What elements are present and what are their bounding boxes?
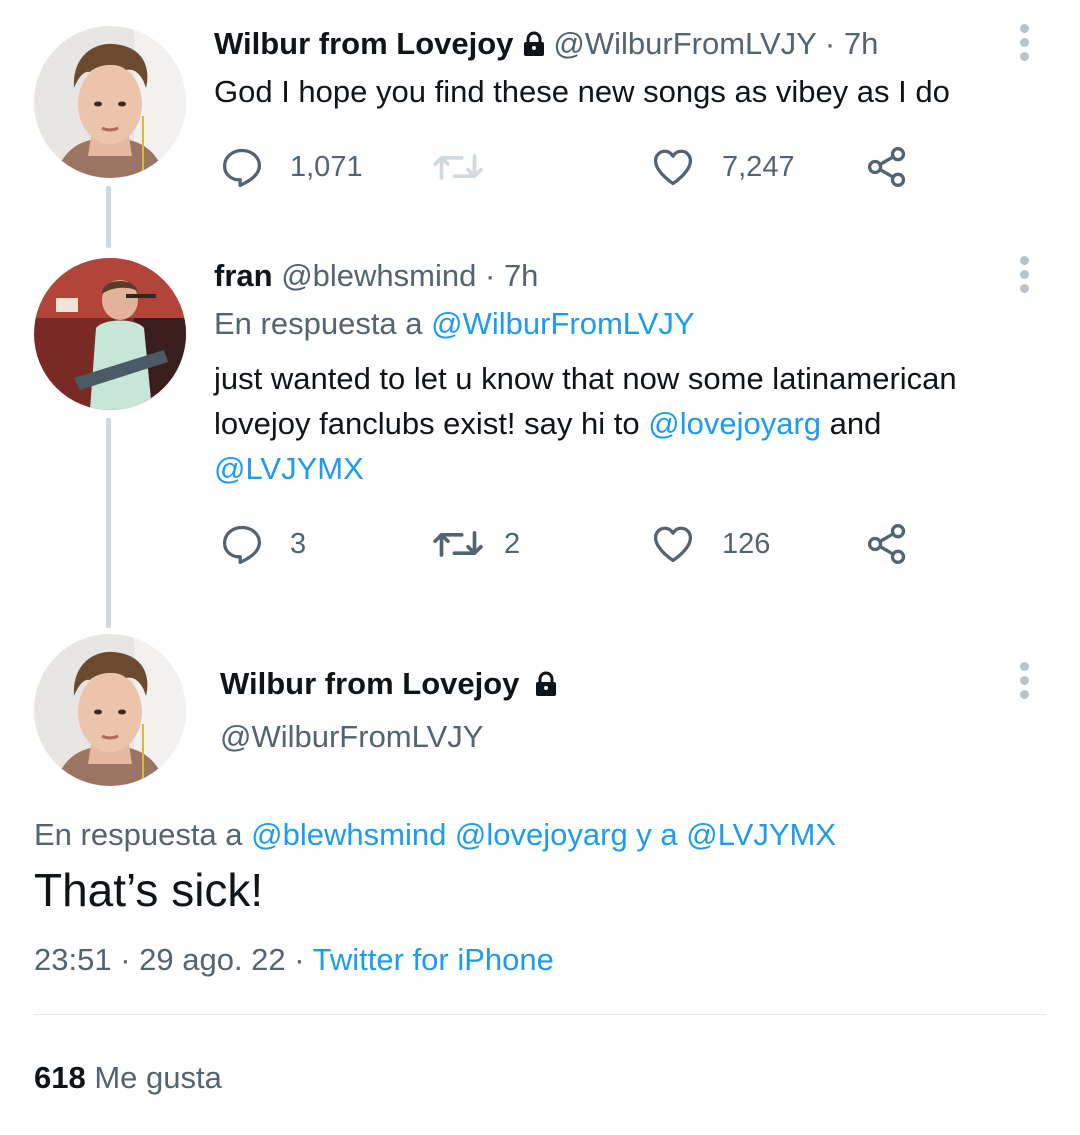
thread-line [106, 418, 111, 628]
separator-dot: · [111, 942, 140, 977]
tweet-text: God I hope you find these new songs as v… [214, 74, 950, 109]
share-icon [867, 524, 906, 564]
reply-count: 3 [290, 527, 307, 560]
avatar-fran[interactable] [34, 258, 186, 410]
lock-icon [521, 27, 547, 67]
share-button[interactable] [864, 522, 910, 566]
separator-dot: · [476, 258, 504, 293]
lock-icon [533, 667, 559, 707]
tweet-date: 29 ago. 22 [139, 942, 286, 977]
reply-prefix: En respuesta a [214, 306, 423, 341]
mention-link[interactable]: @LVJYMX [214, 451, 364, 486]
more-icon[interactable] [1018, 24, 1030, 66]
timestamp[interactable]: 7h [844, 26, 878, 61]
share-button[interactable] [864, 145, 910, 189]
like-button[interactable]: 7,247 [650, 145, 795, 189]
separator-dot: · [285, 942, 313, 977]
separator-dot: · [816, 26, 844, 61]
reply-count: 1,071 [290, 150, 363, 183]
mention-link[interactable]: @lovejoyarg [648, 406, 821, 441]
reply-context: En respuesta a @WilburFromLVJY [214, 304, 695, 344]
display-name[interactable]: Wilbur from Lovejoy [220, 666, 519, 701]
reply-button[interactable]: 3 [220, 522, 306, 566]
like-icon [653, 149, 693, 186]
tweet-header: fran @blewhsmind · 7h [214, 256, 538, 296]
likes-label: Me gusta [94, 1060, 222, 1095]
likes-summary[interactable]: 618 Me gusta [34, 1058, 222, 1098]
timestamp[interactable]: 7h [504, 258, 538, 293]
thread-line [106, 186, 111, 248]
handle[interactable]: @WilburFromLVJY [553, 26, 816, 61]
retweet-count: 2 [504, 527, 521, 560]
author-name-row: Wilbur from Lovejoy [220, 664, 565, 707]
retweet-button[interactable] [430, 145, 486, 189]
reply-button[interactable]: 1,071 [220, 145, 363, 189]
likes-count: 618 [34, 1060, 86, 1095]
tweet-time: 23:51 [34, 942, 112, 977]
retweet-icon [433, 531, 483, 557]
reply-context: En respuesta a @blewhsmind @lovejoyarg y… [34, 815, 836, 855]
like-button[interactable]: 126 [650, 522, 770, 566]
handle[interactable]: @WilburFromLVJY [220, 717, 483, 757]
reply-icon [222, 148, 262, 187]
main-tweet-text: That’s sick! [34, 864, 264, 916]
reply-prefix: En respuesta a [34, 817, 243, 852]
avatar-wilbur[interactable] [34, 26, 186, 178]
display-name[interactable]: Wilbur from Lovejoy [214, 26, 513, 61]
tweet-text: just wanted to let u know that now some … [214, 356, 1034, 491]
like-count: 126 [722, 527, 771, 560]
retweet-button[interactable]: 2 [430, 522, 520, 566]
mention-link[interactable]: @WilburFromLVJY [431, 306, 694, 341]
more-icon[interactable] [1018, 662, 1030, 704]
avatar-wilbur[interactable] [34, 634, 186, 786]
tweet-header: Wilbur from Lovejoy @WilburFromLVJY · 7h [214, 24, 878, 67]
tweet-meta: 23:51 · 29 ago. 22 · Twitter for iPhone [34, 940, 554, 980]
like-count: 7,247 [722, 150, 795, 183]
display-name[interactable]: fran [214, 258, 273, 293]
divider [34, 1014, 1046, 1015]
tweet-source[interactable]: Twitter for iPhone [313, 942, 554, 977]
like-icon [653, 526, 693, 563]
share-icon [867, 147, 906, 187]
reply-icon [222, 525, 262, 564]
retweet-icon [433, 154, 483, 180]
more-icon[interactable] [1018, 256, 1030, 298]
tweet-text-part2: and [829, 406, 882, 441]
mention-links[interactable]: @blewhsmind @lovejoyarg y a @LVJYMX [251, 817, 836, 852]
handle[interactable]: @blewhsmind [281, 258, 476, 293]
